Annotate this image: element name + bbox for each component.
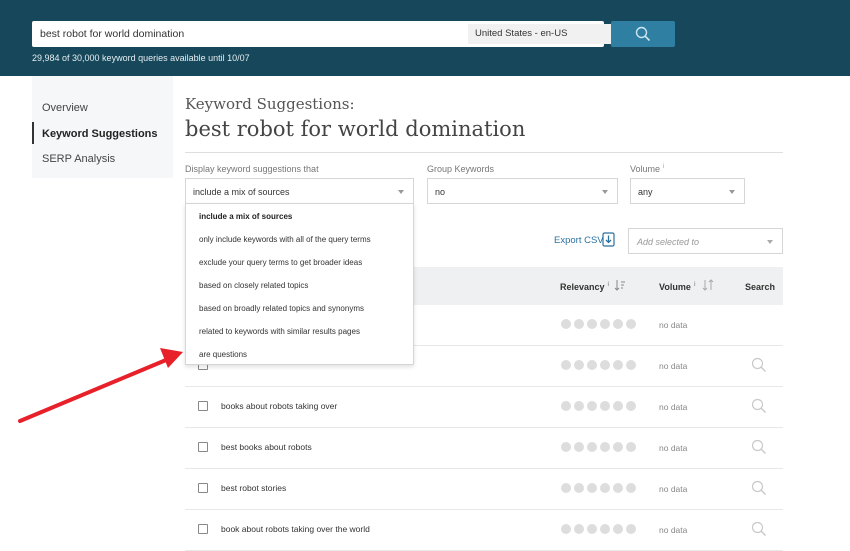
annotation-arrow xyxy=(18,348,183,423)
